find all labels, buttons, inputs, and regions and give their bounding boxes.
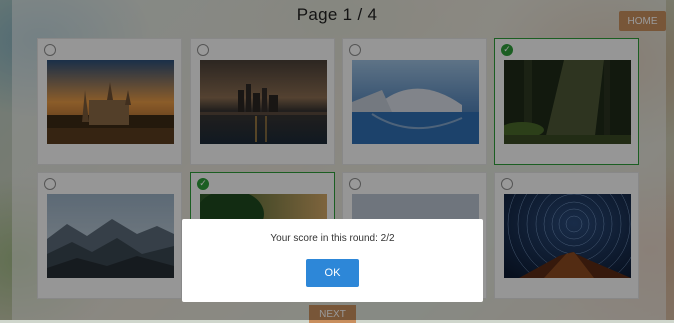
score-dialog: Your score in this round: 2/2 OK [182,219,483,302]
ok-button[interactable]: OK [306,259,359,287]
score-message: Your score in this round: 2/2 [270,233,395,244]
